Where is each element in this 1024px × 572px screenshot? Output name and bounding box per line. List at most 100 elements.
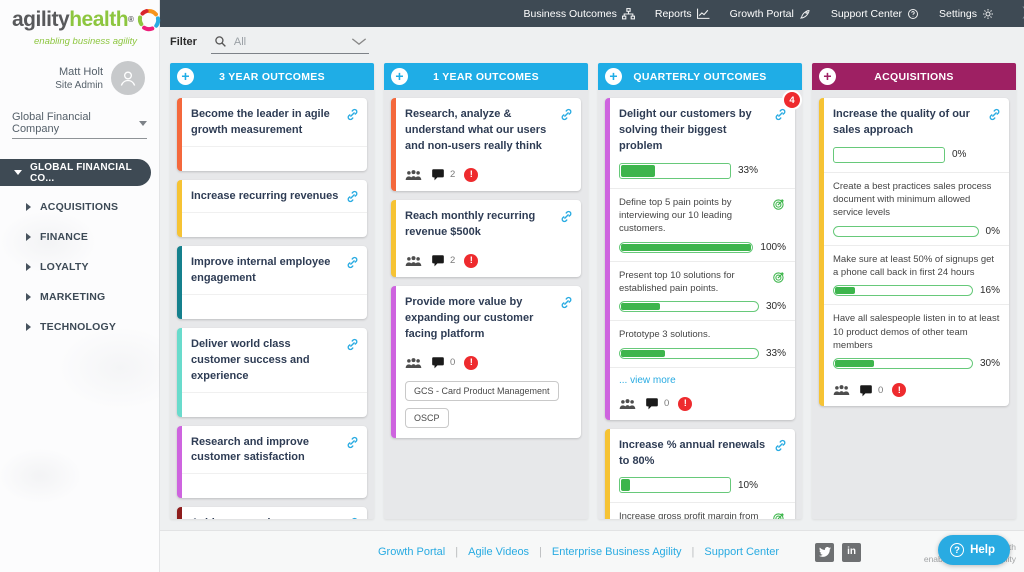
teams-icon[interactable] (619, 398, 636, 410)
column-title: 3 YEAR OUTCOMES (219, 70, 325, 83)
comments-icon[interactable] (431, 356, 445, 369)
outcome-card[interactable]: Increase recurring revenues (177, 179, 367, 237)
alert-icon[interactable]: ! (678, 396, 693, 411)
topnav-growth-portal[interactable]: Growth Portal (730, 8, 811, 20)
outcome-card[interactable]: Become the leader in agile growth measur… (177, 98, 367, 171)
teams-icon[interactable] (405, 255, 422, 267)
outcome-card[interactable]: Improve internal employee engagement (177, 245, 367, 319)
footer-link-enterprise-business-agility[interactable]: Enterprise Business Agility (552, 546, 682, 558)
key-result-item[interactable]: Increase gross profit margin from 18% to… (610, 502, 795, 519)
key-result-item[interactable]: Make sure at least 50% of signups get a … (824, 244, 1009, 305)
app-logo[interactable]: agilityhealth® (0, 0, 161, 38)
twitter-icon[interactable] (815, 542, 835, 562)
company-selector[interactable]: Global Financial Company (12, 111, 147, 139)
progress-value: 0% (985, 225, 1000, 237)
add-card-button[interactable]: + (177, 68, 194, 85)
key-result-item[interactable]: Create a best practices sales process do… (824, 171, 1009, 245)
topnav-reports[interactable]: Reports (655, 8, 710, 20)
alert-icon[interactable]: ! (464, 355, 479, 370)
outcome-card[interactable]: Deliver world class customer success and… (177, 327, 367, 417)
outcome-card[interactable]: Achieve record revenues while increasing… (177, 507, 367, 519)
user-profile[interactable]: Matt Holt Site Admin (0, 47, 159, 95)
view-more-link[interactable]: ... view more (610, 366, 795, 391)
report-chart-icon (696, 8, 710, 19)
outcome-card[interactable]: Increase the quality of our sales approa… (819, 98, 1009, 407)
key-result-item[interactable]: Define top 5 pain points by interviewing… (610, 187, 795, 261)
column-body[interactable]: Increase the quality of our sales approa… (812, 90, 1016, 519)
card-tags: GCS - Card Product Management OSCP (396, 379, 581, 438)
teams-icon[interactable] (405, 169, 422, 181)
footer-link-growth-portal[interactable]: Growth Portal (378, 546, 445, 558)
link-icon[interactable] (346, 338, 359, 351)
key-result-text-row: Make sure at least 50% of signups get a … (833, 253, 1000, 280)
outcome-card[interactable]: Increase % annual renewals to 80% 10% Incr… (605, 428, 795, 519)
progress-bar (619, 347, 759, 359)
outcome-card[interactable]: 4 Delight our customers by solving their … (605, 92, 800, 420)
comments-icon[interactable] (859, 384, 873, 397)
add-card-button[interactable]: + (819, 68, 836, 85)
link-icon[interactable] (560, 296, 573, 309)
outcome-card[interactable]: Provide more value by expanding our cust… (391, 285, 581, 438)
help-button[interactable]: ? Help (938, 535, 1010, 565)
filter-search-input[interactable]: All (210, 33, 369, 54)
add-card-button[interactable]: + (605, 68, 622, 85)
link-icon[interactable] (346, 436, 359, 449)
target-icon[interactable] (772, 511, 786, 519)
column-body[interactable]: 4 Delight our customers by solving their … (598, 90, 802, 519)
comments-count: 0 (664, 398, 670, 410)
link-icon[interactable] (346, 108, 359, 121)
column-body[interactable]: Become the leader in agile growth measur… (170, 90, 374, 519)
link-icon[interactable] (774, 439, 787, 452)
topnav-settings[interactable]: Settings (939, 8, 994, 20)
topnav-business-outcomes[interactable]: Business Outcomes (523, 8, 635, 20)
avatar[interactable] (111, 61, 145, 95)
target-icon[interactable] (772, 197, 786, 211)
link-icon[interactable] (346, 517, 359, 519)
comments-icon[interactable] (645, 397, 659, 410)
chevron-down-icon[interactable] (351, 37, 367, 46)
sidebar-item-marketing[interactable]: MARKETING (0, 282, 159, 312)
add-card-button[interactable]: + (391, 68, 408, 85)
target-icon[interactable] (772, 270, 786, 284)
alert-icon[interactable]: ! (464, 253, 479, 268)
topnav-support-center[interactable]: Support Center (831, 8, 919, 20)
card-title: Increase recurring revenues (191, 189, 339, 202)
sidebar-item-acquisitions[interactable]: ACQUISITIONS (0, 192, 159, 222)
sidebar-active-label: GLOBAL FINANCIAL CO... (30, 161, 132, 184)
outcome-card[interactable]: Reach monthly recurring revenue $500k 2! (391, 199, 581, 277)
footer-link-support-center[interactable]: Support Center (704, 546, 779, 558)
link-icon[interactable] (346, 256, 359, 269)
outcome-card[interactable]: Research, analyze & understand what our … (391, 98, 581, 191)
logo-text-health: health (69, 8, 129, 31)
link-icon[interactable] (560, 210, 573, 223)
footer-link-separator: | (691, 546, 695, 558)
tag-oscp[interactable]: OSCP (405, 407, 449, 428)
key-result-item[interactable]: Present top 10 solutions for established… (610, 260, 795, 321)
outcome-card[interactable]: Research and improve customer satisfacti… (177, 425, 367, 499)
footer-link-agile-videos[interactable]: Agile Videos (468, 546, 529, 558)
column-body[interactable]: Research, analyze & understand what our … (384, 90, 588, 519)
teams-icon[interactable] (833, 384, 850, 396)
tag-gcs-card-product-management[interactable]: GCS - Card Product Management (405, 380, 559, 401)
alert-icon[interactable]: ! (464, 167, 479, 182)
sidebar-item-loyalty[interactable]: LOYALTY (0, 252, 159, 282)
column-header: + QUARTERLY OUTCOMES (598, 63, 802, 90)
comments-count: 0 (878, 384, 884, 396)
alert-icon[interactable]: ! (892, 383, 907, 398)
column-header: +3 YEAR OUTCOMES (170, 63, 374, 90)
sidebar-item-finance[interactable]: FINANCE (0, 222, 159, 252)
link-icon[interactable] (774, 108, 787, 121)
board-column-quarterly-outcomes: + QUARTERLY OUTCOMES 4 Delight our customer… (598, 63, 802, 519)
sidebar-item-global-financial-co[interactable]: GLOBAL FINANCIAL CO... (0, 159, 151, 186)
sidebar-item-technology[interactable]: TECHNOLOGY (0, 312, 159, 342)
link-icon[interactable] (346, 190, 359, 203)
link-icon[interactable] (988, 108, 1001, 121)
teams-icon[interactable] (405, 357, 422, 369)
comments-icon[interactable] (431, 254, 445, 267)
link-icon[interactable] (560, 108, 573, 121)
card-title: Reach monthly recurring revenue $500k (405, 209, 536, 238)
linkedin-icon[interactable]: in (842, 542, 862, 562)
key-result-item[interactable]: Prototype 3 solutions. 33% (610, 320, 795, 366)
key-result-item[interactable]: Have all salespeople listen in to at lea… (824, 304, 1009, 377)
comments-icon[interactable] (431, 168, 445, 181)
